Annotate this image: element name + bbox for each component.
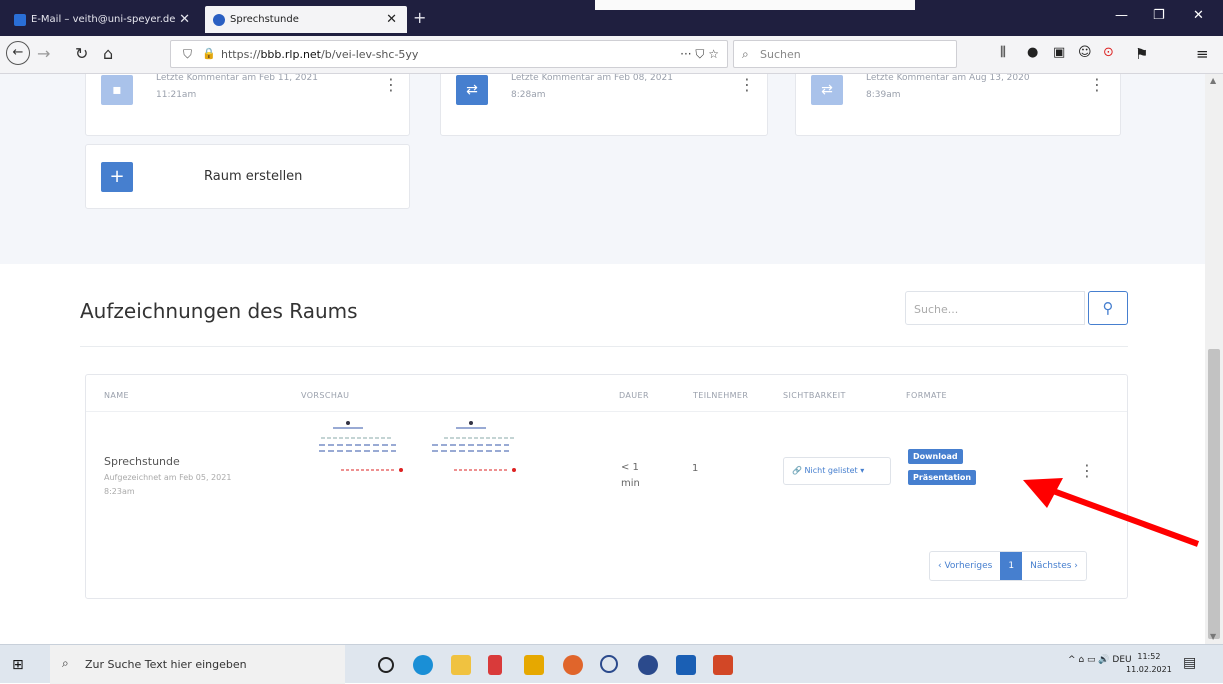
recording-time: 8:23am [104, 487, 135, 496]
extension-icon[interactable]: ● [1027, 45, 1038, 60]
room-icon: ⇄ [456, 75, 488, 105]
scrollbar-thumb[interactable] [1208, 349, 1220, 639]
search-input[interactable]: ⌕ Suchen [733, 40, 957, 68]
menu-icon[interactable]: ≡ [1196, 45, 1209, 63]
scroll-down-icon[interactable]: ▼ [1210, 632, 1216, 641]
recordings-search-input[interactable]: Suche... [905, 291, 1085, 325]
recordings-title: Aufzeichnungen des Raums [80, 299, 358, 323]
account-icon[interactable]: ☺ [1078, 45, 1092, 60]
forward-button[interactable]: → [37, 44, 50, 63]
tab-email[interactable]: E-Mail – veith@uni-speyer.de ✕ [6, 6, 200, 33]
room-icon: ▪ [101, 75, 133, 105]
system-tray[interactable]: ^ ⌂ ▭ 🔊 DEU [1068, 655, 1132, 665]
url-text: https://bbb.rlp.net/b/vei-lev-shc-5yy [221, 48, 419, 61]
page-content: ▪ Letzte Kommentar am Feb 11, 2021 11:21a… [0, 74, 1205, 644]
search-icon: ⚲ [1102, 299, 1114, 317]
annotation-arrow [1023, 478, 1200, 547]
maximize-button[interactable]: ❐ [1153, 8, 1165, 23]
column-header: FORMATE [906, 391, 947, 400]
room-card[interactable]: ⇄ Letzte Kommentar am Aug 13, 2020 8:39am… [795, 74, 1121, 136]
create-room-card[interactable]: + Raum erstellen [85, 144, 410, 209]
back-button[interactable]: ← [6, 41, 30, 65]
link-icon: 🔗 [792, 466, 802, 475]
tab-label: E-Mail – veith@uni-speyer.de [31, 14, 176, 25]
app-icon[interactable] [600, 655, 618, 673]
room-meta: Letzte Kommentar am Feb 08, 2021 8:28am [511, 74, 673, 100]
edge-icon[interactable] [413, 655, 433, 675]
app-icon[interactable] [638, 655, 658, 675]
scroll-up-icon[interactable]: ▲ [1210, 76, 1216, 85]
room-card[interactable]: ▪ Letzte Kommentar am Feb 11, 2021 11:21a… [85, 74, 410, 136]
room-icon: ⇄ [811, 75, 843, 105]
recording-name[interactable]: Sprechstunde [104, 455, 180, 468]
reader-icon[interactable]: ▣ [1053, 45, 1065, 60]
download-button[interactable]: Download [908, 449, 963, 464]
navigation-toolbar: ← → ↻ ⌂ ⛉ 🔒 https://bbb.rlp.net/b/vei-le… [0, 36, 1223, 74]
bbb-icon [213, 13, 225, 26]
page-1-button[interactable]: 1 [1000, 552, 1023, 580]
column-header[interactable]: SICHTBARKEIT [783, 391, 846, 400]
reload-button[interactable]: ↻ [75, 44, 88, 63]
prev-page-button[interactable]: ‹ Vorheriges [930, 552, 1000, 580]
search-icon: ⌕ [62, 656, 69, 670]
gift-icon[interactable]: ⚑ [1135, 45, 1148, 63]
minimize-button[interactable]: — [1115, 8, 1128, 23]
windows-start-icon[interactable]: ⊞ [12, 657, 24, 673]
home-button[interactable]: ⌂ [103, 44, 113, 63]
recording-duration: < 1 min [621, 462, 640, 489]
shield-icon[interactable]: ⛉ [183, 47, 192, 62]
table-header-divider [86, 411, 1127, 412]
app-icon[interactable] [488, 655, 502, 675]
url-bar[interactable]: ⛉ 🔒 https://bbb.rlp.net/b/vei-lev-shc-5y… [170, 40, 728, 68]
outlook-icon[interactable] [676, 655, 696, 675]
preview-thumbnail[interactable] [301, 418, 411, 478]
new-tab-button[interactable]: + [413, 8, 426, 27]
room-meta: Letzte Kommentar am Aug 13, 2020 8:39am [866, 74, 1030, 100]
recordings-search-button[interactable]: ⚲ [1088, 291, 1128, 325]
recording-participants: 1 [692, 463, 699, 474]
presentation-button[interactable]: Präsentation [908, 470, 977, 485]
visibility-dropdown[interactable]: 🔗 Nicht gelistet ▾ [783, 457, 891, 485]
firefox-icon[interactable] [563, 655, 583, 675]
close-icon[interactable]: ✕ [386, 12, 397, 27]
clock[interactable]: 11:52 11.02.2021 [1126, 650, 1172, 676]
powerpoint-icon[interactable] [713, 655, 733, 675]
create-room-label: Raum erstellen [204, 169, 303, 184]
window-close-button[interactable]: ✕ [1193, 8, 1204, 23]
library-icon[interactable]: ⫼ [1000, 45, 1006, 60]
column-header[interactable]: TEILNEHMER [693, 391, 748, 400]
notification-icon[interactable]: ▤ [1183, 655, 1196, 671]
room-meta: Letzte Kommentar am Feb 11, 2021 11:21am [156, 74, 318, 100]
page-scrollbar[interactable]: ▲ ▼ [1205, 74, 1223, 644]
recordings-table: NAME VORSCHAU DAUER TEILNEHMER SICHTBARK… [85, 374, 1128, 599]
kebab-icon[interactable]: ⋮ [383, 75, 399, 94]
divider [80, 346, 1128, 347]
room-card[interactable]: ⇄ Letzte Kommentar am Feb 08, 2021 8:28am… [440, 74, 768, 136]
app-icon[interactable] [524, 655, 544, 675]
column-header: VORSCHAU [301, 391, 350, 400]
tab-label: Sprechstunde [230, 14, 299, 25]
plus-icon: + [101, 162, 133, 192]
window-drag-area [595, 0, 915, 10]
mail-icon [14, 13, 26, 26]
explorer-icon[interactable] [451, 655, 471, 675]
column-header[interactable]: DAUER [619, 391, 649, 400]
cortana-icon[interactable] [378, 657, 394, 673]
preview-thumbnail[interactable] [424, 418, 534, 478]
recording-date: Aufgezeichnet am Feb 05, 2021 [104, 473, 232, 482]
close-icon[interactable]: ✕ [179, 12, 190, 27]
page-actions-icon[interactable]: ··· ⛉ ☆ [680, 47, 719, 62]
taskbar: ⊞ ⌕ Zur Suche Text hier eingeben ^ ⌂ ▭ 🔊… [0, 644, 1223, 684]
column-header[interactable]: NAME [104, 391, 129, 400]
addon-icon[interactable]: ⊙ [1103, 45, 1114, 60]
search-icon: ⌕ [742, 47, 749, 61]
tab-sprechstunde[interactable]: Sprechstunde ✕ [205, 6, 407, 33]
taskbar-search-input[interactable]: ⌕ Zur Suche Text hier eingeben [50, 645, 345, 684]
kebab-icon[interactable]: ⋮ [1089, 75, 1105, 94]
kebab-icon[interactable]: ⋮ [739, 75, 755, 94]
next-page-button[interactable]: Nächstes › [1022, 552, 1086, 580]
lock-icon[interactable]: 🔒 [202, 47, 216, 60]
browser-tabbar: E-Mail – veith@uni-speyer.de ✕ Sprechstu… [0, 0, 1223, 36]
